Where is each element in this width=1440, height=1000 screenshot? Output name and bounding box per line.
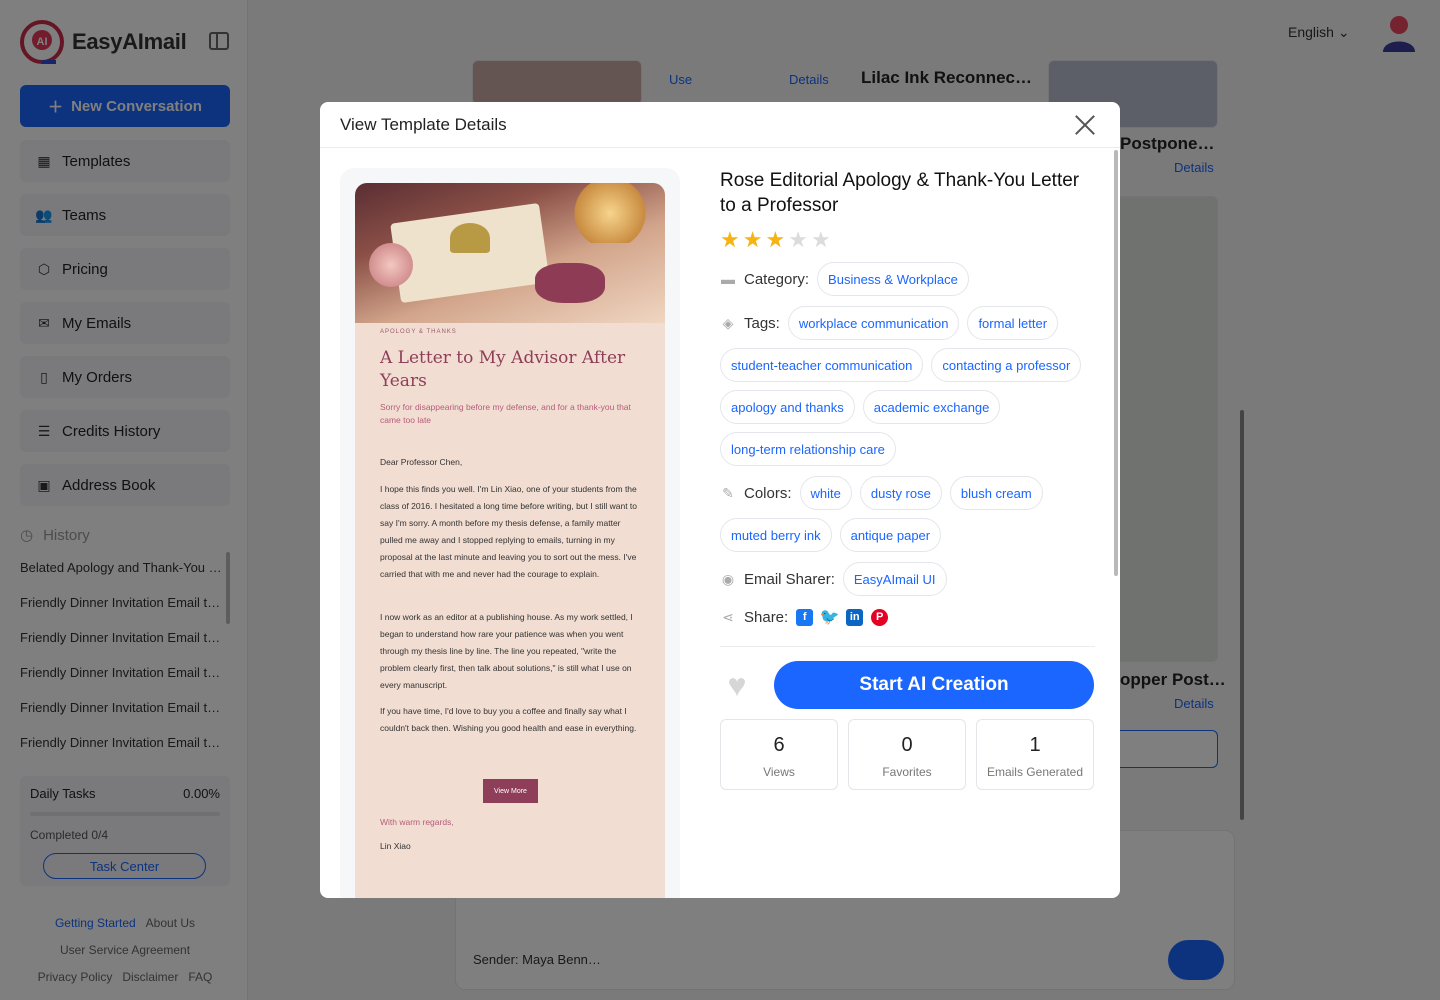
template-details-modal: View Template Details APOLOGY & THANKS A… [320, 102, 1120, 898]
ribbon-shape [535, 263, 605, 303]
preview-view-more-button: View More [483, 779, 538, 803]
color-chip[interactable]: blush cream [949, 476, 1043, 510]
pinterest-icon[interactable]: P [871, 608, 889, 626]
star-filled-icon: ★ [720, 227, 740, 252]
preview-regards: With warm regards, [380, 817, 454, 827]
category-row: ▬ Category: Business & Workplace [720, 262, 1095, 296]
leaf-shape [450, 223, 490, 253]
folder-icon: ▬ [721, 271, 735, 287]
color-chip[interactable]: antique paper [839, 518, 942, 552]
tag-chip[interactable]: student-teacher communication [720, 348, 924, 382]
sharer-chip[interactable]: EasyAImail UI [842, 562, 947, 596]
linkedin-icon[interactable]: in [846, 608, 864, 626]
tag-chip[interactable]: long-term relationship care [720, 432, 896, 466]
sharer-label: Email Sharer: [744, 570, 835, 588]
stat-label: Views [763, 765, 795, 779]
tag-icon: ◈ [722, 314, 734, 331]
modal-heading: View Template Details [320, 102, 1120, 148]
star-empty-icon: ★ [810, 227, 831, 252]
facebook-icon[interactable]: f [796, 608, 814, 626]
twitter-icon[interactable]: 🐦 [820, 608, 840, 626]
user-circle-icon: ◉ [721, 570, 735, 587]
star-filled-icon: ★ [742, 227, 763, 252]
stat-label: Favorites [882, 765, 932, 779]
tag-chip[interactable]: formal letter [967, 306, 1059, 340]
preview-subtitle: Sorry for disappearing before my defense… [380, 402, 631, 425]
color-chip[interactable]: white [799, 476, 852, 510]
tag-chip[interactable]: apology and thanks [720, 390, 855, 424]
tags-label: Tags: [744, 314, 780, 332]
share-label: Share: [744, 608, 789, 626]
preview-eyebrow: APOLOGY & THANKS [380, 329, 457, 335]
template-title: Rose Editorial Apology & Thank-You Lette… [720, 170, 1080, 216]
app-root: AI EasyAImail ＋ New Conversation ▦Templa… [0, 0, 1440, 1000]
divider [720, 646, 1095, 647]
favorite-heart-icon[interactable]: ♥ [720, 668, 754, 702]
close-icon[interactable] [1074, 114, 1096, 136]
share-icon: ⋖ [722, 608, 734, 625]
stat-views: 6 Views [720, 719, 838, 790]
preview-hero-image [355, 183, 665, 323]
preview-greeting: Dear Professor Chen, [380, 457, 463, 467]
template-detail-panel: Rose Editorial Apology & Thank-You Lette… [720, 168, 1095, 790]
preview-title: A Letter to My Advisor After Years [380, 348, 626, 391]
rating-stars: ★ ★ ★ ★ ★ [720, 228, 1095, 252]
star-filled-icon: ★ [765, 227, 786, 252]
tag-chip[interactable]: workplace communication [787, 306, 960, 340]
stat-value: 6 [773, 734, 785, 756]
modal-scrollbar[interactable] [1114, 150, 1118, 576]
category-label: Category: [744, 270, 810, 288]
flower-shape [369, 243, 413, 287]
colors-row: ✎ Colors: white dusty rose blush cream mu… [720, 476, 1095, 552]
stats-row: 6 Views 0 Favorites 1 Emails Generated [720, 719, 1095, 790]
email-preview: APOLOGY & THANKS A Letter to My Advisor … [355, 183, 665, 898]
colors-label: Colors: [744, 484, 792, 502]
sharer-row: ◉ Email Sharer: EasyAImail UI [720, 562, 1095, 596]
action-row: ♥ Start AI Creation [720, 661, 1095, 709]
star-empty-icon: ★ [788, 227, 808, 252]
tag-chip[interactable]: contacting a professor [931, 348, 1082, 382]
lamp-shape [570, 183, 650, 243]
start-ai-creation-button[interactable]: Start AI Creation [774, 661, 1094, 709]
preview-signature: Lin Xiao [380, 841, 411, 851]
preview-paragraph: I now work as an editor at a publishing … [380, 612, 633, 690]
stat-value: 0 [901, 734, 913, 756]
category-chip[interactable]: Business & Workplace [817, 262, 969, 296]
stat-value: 1 [1029, 734, 1041, 756]
book-shape [390, 202, 550, 304]
preview-paragraph: I hope this finds you well. I'm Lin Xiao… [380, 484, 638, 579]
color-chip[interactable]: muted berry ink [720, 518, 832, 552]
tag-chip[interactable]: academic exchange [862, 390, 1001, 424]
stat-favorites: 0 Favorites [848, 719, 966, 790]
tags-row: ◈ Tags: workplace communication formal le… [720, 306, 1095, 466]
share-row: ⋖ Share: f 🐦 in P [720, 600, 1095, 634]
color-chip[interactable]: dusty rose [859, 476, 942, 510]
stat-label: Emails Generated [986, 765, 1084, 779]
stat-emails-generated: 1 Emails Generated [976, 719, 1094, 790]
brush-icon: ✎ [722, 484, 734, 501]
preview-paragraph: If you have time, I'd love to buy you a … [380, 706, 637, 733]
